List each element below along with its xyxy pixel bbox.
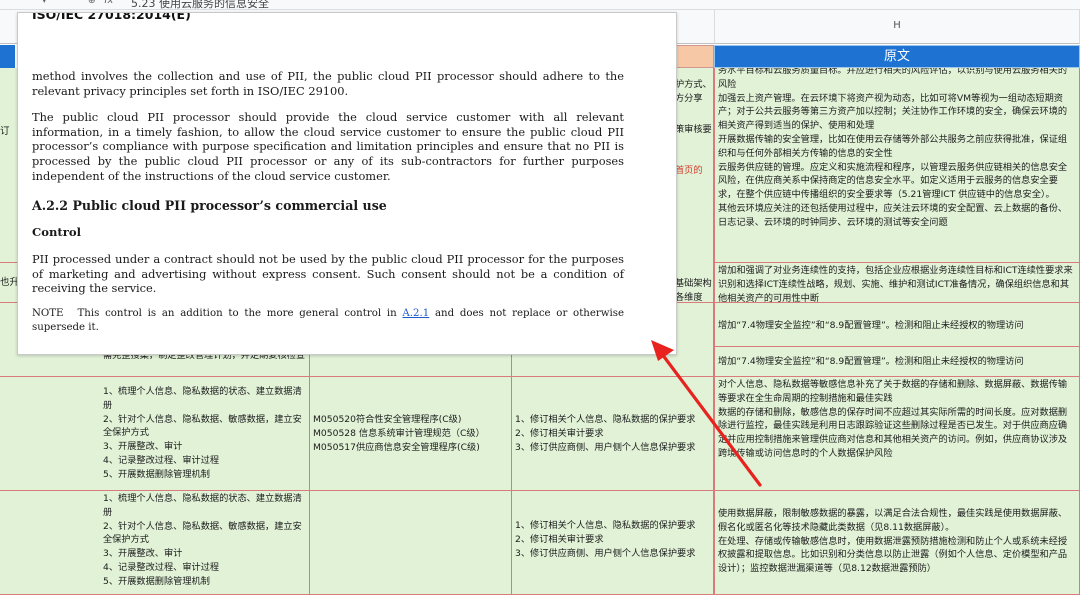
cell-h-row4-text: 增加“7.4物理安全监控”和“8.9配置管理”。检测和阻止未经授权的物理访问 xyxy=(718,356,1024,367)
fx-icon: fx xyxy=(104,0,114,6)
cell-d-row5[interactable]: M050520符合性安全管理程序(C级) M050528 信息系统审计管理规范（… xyxy=(310,377,512,491)
annotation-arrow-head xyxy=(651,340,674,361)
header-cell-original[interactable]: 原文 xyxy=(714,45,1080,68)
cell-c-row5-text: 1、梳理个人信息、隐私数据的状态、建立数据清册 2、针对个人信息、隐私数据、敏感… xyxy=(103,386,302,480)
column-header-h-label: H xyxy=(893,20,901,31)
cell-h-row1[interactable]: 务水平目标和云服务质量目标。并应进行相关的风险评估，以识别与使用云服务相关的风险… xyxy=(714,68,1080,263)
cell-d-row5-text: M050520符合性安全管理程序(C级) M050528 信息系统审计管理规范（… xyxy=(313,414,485,453)
document-header: ISO/IEC 27018:2014(E) xyxy=(32,12,191,22)
column-header-h[interactable]: H xyxy=(715,10,1080,44)
cell-h-row2[interactable]: 增加和强调了对业务连续性的支持，包括企业应根据业务连续性目标和ICT连续性要求来… xyxy=(714,263,1080,303)
name-box-dropdown-icon[interactable]: ▾ xyxy=(42,0,47,6)
cell-h-row2-text: 增加和强调了对业务连续性的支持，包括企业应根据业务连续性目标和ICT连续性要求来… xyxy=(718,265,1073,303)
document-excerpt-overlay[interactable]: ISO/IEC 27018:2014(E) method involves th… xyxy=(17,12,677,355)
cell-e-row1-fragment-d: 基础架构 各维度 xyxy=(675,278,712,303)
header-cell-left[interactable] xyxy=(0,45,15,68)
document-note: NOTE This control is an addition to the m… xyxy=(32,307,624,335)
cell-e-row6[interactable]: 1、修订相关个人信息、隐私数据的保护要求 2、修订相关审计要求 3、修订供应商侧… xyxy=(512,491,714,595)
document-note-before: This control is an addition to the more … xyxy=(77,308,403,319)
annotation-arrow-shaft xyxy=(660,352,762,487)
cell-h-row1-text: 务水平目标和云服务质量目标。并应进行相关的风险评估，以识别与使用云服务相关的风险… xyxy=(718,68,1068,228)
cell-a-row1-text: 订 xyxy=(0,126,10,137)
document-section-title: A.2.2 Public cloud PII processor’s comme… xyxy=(32,198,387,213)
cell-h-row6[interactable]: 使用数据屏蔽，限制敏感数据的暴露，以满足合法合规性，最佳实践是使用数据屏蔽、假名… xyxy=(714,491,1080,595)
cell-a-row5[interactable] xyxy=(0,377,100,491)
document-control-title: Control xyxy=(32,225,81,239)
cell-c-row6-text: 1、梳理个人信息、隐私数据的状态、建立数据清册 2、针对个人信息、隐私数据、敏感… xyxy=(103,493,302,587)
cell-h-row6-text: 使用数据屏蔽，限制敏感数据的暴露，以满足合法合规性，最佳实践是使用数据屏蔽、假名… xyxy=(718,508,1068,575)
document-paragraph-3: PII processed under a contract should no… xyxy=(32,252,624,296)
formula-bar: ▾ ⊕ fx 5.23 使用云服务的信息安全 xyxy=(0,0,1080,10)
cell-e-row1-fragment-c: 首页的 xyxy=(675,165,703,176)
cell-e-row1-fragment-a: 护方式、 方分享 xyxy=(675,79,712,104)
cell-c-row6[interactable]: 1、梳理个人信息、隐私数据的状态、建立数据清册 2、针对个人信息、隐私数据、敏感… xyxy=(100,491,310,595)
document-note-label: NOTE xyxy=(32,308,64,319)
zoom-icon[interactable]: ⊕ xyxy=(88,0,96,6)
cell-e-row6-text: 1、修订相关个人信息、隐私数据的保护要求 2、修订相关审计要求 3、修订供应商侧… xyxy=(515,520,696,559)
document-paragraph-2: The public cloud PII processor should pr… xyxy=(32,110,624,183)
annotation-arrow xyxy=(651,340,762,487)
document-paragraph-1: method involves the collection and use o… xyxy=(32,69,624,98)
cell-e-row1-fragment-b: 策审核要 xyxy=(675,124,712,135)
cell-c-row5[interactable]: 1、梳理个人信息、隐私数据的状态、建立数据清册 2、针对个人信息、隐私数据、敏感… xyxy=(100,377,310,491)
cell-a-row6[interactable] xyxy=(0,491,100,595)
formula-bar-content[interactable]: 5.23 使用云服务的信息安全 xyxy=(131,0,269,9)
header-cell-g[interactable] xyxy=(676,45,714,68)
cell-d-row6[interactable] xyxy=(310,491,512,595)
cell-h-row3-text: 增加“7.4物理安全监控”和“8.9配置管理”。检测和阻止未经授权的物理访问 xyxy=(718,320,1024,331)
document-note-link[interactable]: A.2.1 xyxy=(402,308,429,319)
cell-h-row5-text: 对个人信息、隐私数据等敏感信息补充了关于数据的存储和删除、数据屏蔽、数据传输等要… xyxy=(718,379,1068,459)
